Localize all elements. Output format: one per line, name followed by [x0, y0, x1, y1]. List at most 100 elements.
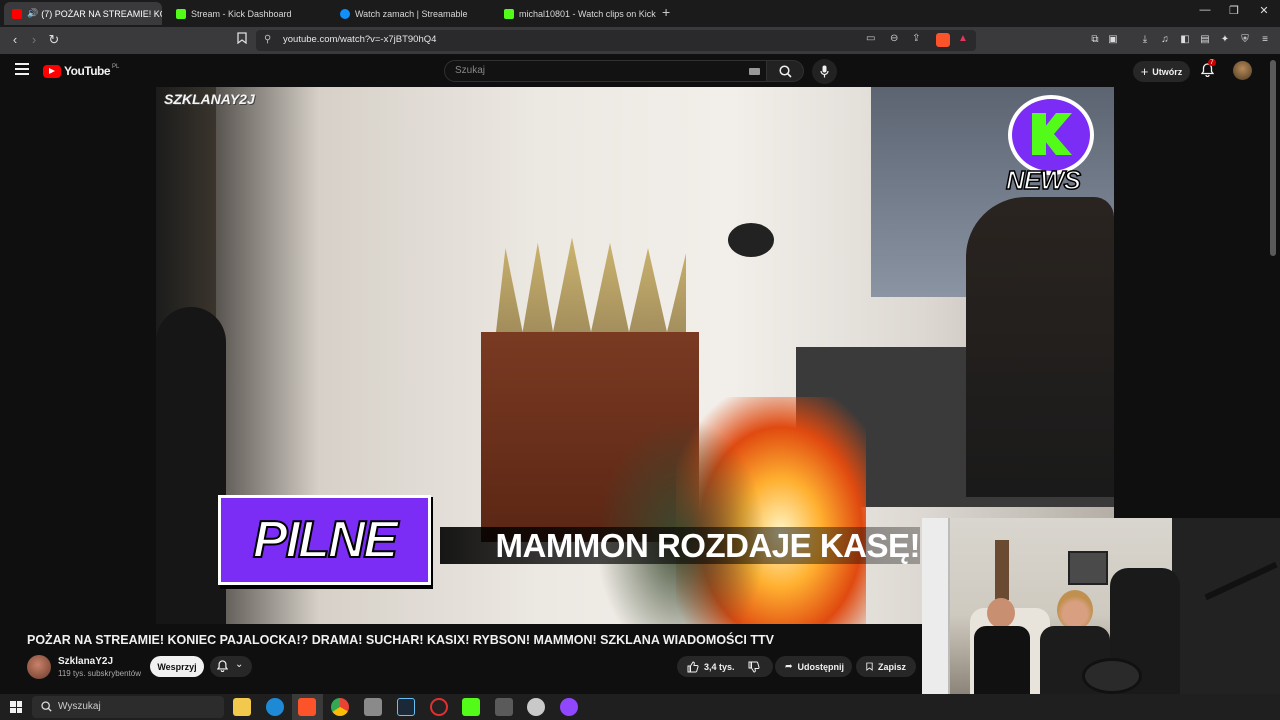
- media-icon[interactable]: ♫: [1158, 33, 1172, 47]
- streamable-favicon-icon: [340, 8, 350, 19]
- channel-name[interactable]: SzklanaY2J: [58, 656, 113, 667]
- join-button[interactable]: Wesprzyj: [150, 656, 204, 677]
- microphone-icon: [820, 65, 829, 78]
- youtube-play-icon: [43, 64, 61, 78]
- person-left-head: [987, 598, 1015, 628]
- leo-ai-icon[interactable]: ✦: [1218, 33, 1232, 47]
- thumbs-down-icon: [748, 661, 760, 673]
- account-avatar[interactable]: [1233, 61, 1252, 80]
- like-count: 3,4 tys.: [704, 661, 735, 672]
- tab-title: Stream - Kick Dashboard: [191, 8, 292, 19]
- voice-search-button[interactable]: [812, 59, 837, 84]
- pilne-text: PILNE: [252, 510, 399, 570]
- taskbar-search[interactable]: Wyszukaj: [32, 696, 224, 718]
- recording-app-icon[interactable]: [430, 698, 448, 716]
- subscriber-count: 119 tys. subskrybentów: [58, 669, 142, 678]
- reload-icon[interactable]: ↻: [45, 32, 63, 48]
- create-label: Utwórz: [1152, 66, 1183, 77]
- bookmark-icon[interactable]: [233, 32, 251, 48]
- windows-start-icon[interactable]: [10, 701, 22, 713]
- menu-icon[interactable]: ≡: [1258, 33, 1272, 47]
- share-icon[interactable]: ⇪: [912, 33, 920, 44]
- kick-app-icon[interactable]: [462, 698, 480, 716]
- subscription-bell-button[interactable]: ⌄: [210, 656, 252, 677]
- save-button[interactable]: Zapisz: [856, 656, 916, 677]
- back-icon[interactable]: ‹: [6, 32, 24, 48]
- news-badge: NEWS: [1004, 95, 1098, 203]
- page-scrollbar[interactable]: [1270, 60, 1276, 256]
- youtube-logo[interactable]: YouTube PL: [43, 64, 119, 78]
- edge-icon[interactable]: [266, 698, 284, 716]
- brave-shield-icon[interactable]: [936, 33, 950, 47]
- tab-title: Watch zamach | Streamable: [355, 8, 468, 19]
- news-logo-circle: [1008, 95, 1094, 175]
- punching-bag: [728, 223, 774, 257]
- news-badge-text: NEWS: [1005, 164, 1082, 196]
- bell-icon: [217, 660, 228, 672]
- tab-kick-dashboard[interactable]: Stream - Kick Dashboard: [168, 2, 328, 25]
- create-button[interactable]: + Utwórz: [1133, 61, 1190, 82]
- region-code: PL: [112, 64, 120, 70]
- browser-tab-strip: 🔊 (7) POŻAR NA STREAMIE! KO ✕ Stream - K…: [0, 0, 1280, 27]
- hamburger-menu-icon[interactable]: [15, 63, 29, 75]
- cast-icon[interactable]: ▭: [866, 33, 875, 44]
- close-window-icon[interactable]: ✕: [1249, 4, 1279, 17]
- keyboard-icon[interactable]: [749, 68, 760, 75]
- steam-icon[interactable]: [397, 698, 415, 716]
- wallet-icon[interactable]: ▤: [1198, 33, 1212, 47]
- tab-youtube[interactable]: 🔊 (7) POŻAR NA STREAMIE! KO ✕: [4, 2, 162, 25]
- forward-icon[interactable]: ›: [25, 32, 43, 48]
- shelf: [922, 518, 950, 694]
- chair-silhouette: [156, 307, 226, 624]
- christmas-tree: [596, 417, 766, 624]
- file-explorer-icon[interactable]: [233, 698, 251, 716]
- webcam-overlay: [922, 518, 1280, 694]
- search-icon: [779, 65, 792, 78]
- dislike-button[interactable]: [744, 656, 773, 677]
- minimize-icon[interactable]: —: [1190, 4, 1220, 16]
- utility-icon[interactable]: [527, 698, 545, 716]
- tab-kick-clips[interactable]: michal10801 - Watch clips on Kick: [496, 2, 658, 25]
- address-bar[interactable]: ⚲ youtube.com/watch?v=-x7jBT90hQ4 ▭ ⊖ ⇪ …: [256, 30, 976, 51]
- vpn-icon[interactable]: ⛨: [1238, 33, 1252, 47]
- trophies: [496, 237, 686, 332]
- headline-text: MAMMON ROZDAJE KASĘ!: [495, 526, 921, 564]
- new-tab-icon[interactable]: +: [662, 4, 670, 20]
- save-label: Zapisz: [877, 661, 906, 672]
- chrome-icon[interactable]: [331, 698, 349, 716]
- site-settings-icon[interactable]: ⚲: [264, 34, 271, 45]
- restore-icon[interactable]: ❐: [1219, 4, 1249, 17]
- zoom-icon[interactable]: ⊖: [890, 33, 898, 44]
- notifications-button[interactable]: 7: [1200, 59, 1216, 82]
- brave-icon[interactable]: [298, 698, 316, 716]
- channel-avatar[interactable]: [27, 655, 51, 679]
- screenshot-icon[interactable]: ▣: [1106, 33, 1120, 47]
- windows-taskbar: Wyszukaj: [0, 694, 1280, 720]
- person-left-body: [974, 626, 1030, 694]
- tool-icon[interactable]: [495, 698, 513, 716]
- search-input[interactable]: Szukaj: [444, 60, 767, 82]
- save-playlist-icon: [866, 662, 873, 671]
- tab-streamable[interactable]: Watch zamach | Streamable: [332, 2, 492, 25]
- app-icon[interactable]: [364, 698, 382, 716]
- browser-toolbar: ‹ › ↻ ⚲ youtube.com/watch?v=-x7jBT90hQ4 …: [0, 27, 1280, 54]
- share-button[interactable]: ➦ Udostępnij: [775, 656, 852, 677]
- share-arrow-icon: ➦: [785, 661, 793, 671]
- pilne-tag: PILNE: [218, 495, 431, 585]
- share-label: Udostępnij: [797, 661, 845, 672]
- speaker-icon: 🔊: [27, 8, 39, 18]
- discord-like-icon[interactable]: [560, 698, 578, 716]
- kick-favicon-icon: [504, 8, 514, 19]
- sidebar-icon[interactable]: ◧: [1178, 33, 1192, 47]
- extensions-icon[interactable]: ⧉: [1088, 33, 1102, 47]
- taskbar-search-label: Wyszukaj: [58, 701, 101, 712]
- tab-title: (7) POŻAR NA STREAMIE! KO: [41, 8, 162, 19]
- search-placeholder: Szukaj: [455, 65, 486, 76]
- headline-bar: MAMMON ROZDAJE KASĘ!: [440, 527, 920, 564]
- download-icon[interactable]: ⤓: [1138, 33, 1152, 47]
- youtube-header: YouTube PL Szukaj + Utwórz 7: [0, 54, 1280, 87]
- search-button[interactable]: [766, 60, 804, 82]
- youtube-favicon-icon: [12, 8, 22, 19]
- brave-rewards-icon[interactable]: ▲: [958, 33, 968, 44]
- chevron-down-icon: ⌄: [235, 659, 244, 670]
